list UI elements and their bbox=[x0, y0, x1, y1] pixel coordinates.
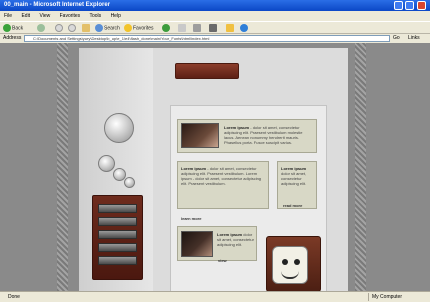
wood-plaque bbox=[175, 63, 239, 79]
zone-label: My Computer bbox=[372, 294, 403, 300]
history-icon bbox=[162, 24, 170, 32]
search-button[interactable]: Search bbox=[95, 24, 120, 33]
folder-icon bbox=[226, 24, 234, 32]
star-icon bbox=[124, 24, 132, 32]
forward-button[interactable] bbox=[37, 24, 46, 33]
navigation-vent bbox=[92, 195, 143, 280]
home-button[interactable] bbox=[82, 24, 91, 33]
nav-slat[interactable] bbox=[98, 230, 137, 239]
toolbar: Back Search Favorites bbox=[0, 21, 430, 34]
tv-screen bbox=[272, 246, 308, 284]
menu-help[interactable]: Help bbox=[111, 13, 121, 19]
folder-button[interactable] bbox=[226, 24, 235, 33]
top-card: Lorem ipsum - dolor sit amet, consectetu… bbox=[177, 119, 317, 153]
home-icon bbox=[82, 24, 90, 32]
address-input[interactable]: C:\Documents and Settings\yury\Desktop\b… bbox=[24, 35, 390, 42]
read-more-link[interactable]: read more bbox=[283, 203, 302, 208]
status-text: Done bbox=[8, 294, 20, 300]
tv-mascot bbox=[266, 236, 321, 291]
history-button[interactable] bbox=[162, 24, 171, 33]
address-label: Address bbox=[3, 35, 22, 41]
view-link[interactable]: view bbox=[218, 258, 227, 263]
forward-arrow-icon bbox=[37, 24, 45, 32]
print-button[interactable] bbox=[193, 24, 202, 33]
back-arrow-icon bbox=[3, 24, 11, 32]
back-button[interactable]: Back bbox=[3, 24, 23, 33]
window-title: 00_main - Microsoft Internet Explorer bbox=[4, 2, 111, 8]
minimize-button[interactable] bbox=[394, 1, 403, 10]
menu-view[interactable]: View bbox=[39, 13, 50, 19]
go-button[interactable]: Go bbox=[393, 34, 400, 43]
mail-icon bbox=[178, 24, 186, 32]
learn-more-link[interactable]: learn more bbox=[181, 216, 201, 221]
close-button[interactable] bbox=[417, 1, 426, 10]
menu-file[interactable]: File bbox=[4, 13, 12, 19]
right-card: Lorem ipsum dolor sit amet, consectetur … bbox=[277, 161, 317, 209]
print-icon bbox=[193, 24, 201, 32]
nav-slat[interactable] bbox=[98, 256, 137, 265]
refresh-icon bbox=[68, 24, 76, 32]
bottom-card: Lorem ipsum dolor sit amet, consectetur … bbox=[177, 226, 257, 261]
tv-eye bbox=[294, 259, 300, 265]
page-viewport: Lorem ipsum - dolor sit amet, consectetu… bbox=[0, 43, 430, 291]
nav-slat[interactable] bbox=[98, 243, 137, 252]
favorites-button[interactable]: Favorites bbox=[124, 24, 154, 33]
power-knob[interactable] bbox=[104, 113, 134, 143]
edit-icon bbox=[209, 24, 217, 32]
right-card-text: dolor sit amet, consectetur adipiscing e… bbox=[281, 171, 307, 186]
right-stripe-border bbox=[355, 43, 366, 291]
edit-button[interactable] bbox=[209, 24, 218, 33]
knob-small-3[interactable] bbox=[124, 177, 135, 188]
nav-slat[interactable] bbox=[98, 217, 137, 226]
status-separator bbox=[368, 293, 369, 301]
menu-tools[interactable]: Tools bbox=[89, 13, 101, 19]
menu-bar: File Edit View Favorites Tools Help bbox=[0, 11, 430, 21]
title-bar: 00_main - Microsoft Internet Explorer bbox=[0, 0, 430, 11]
mail-button[interactable] bbox=[178, 24, 187, 33]
links-button[interactable]: Links bbox=[408, 34, 420, 43]
address-bar: Address C:\Documents and Settings\yury\D… bbox=[0, 34, 430, 43]
status-bar: Done My Computer bbox=[0, 291, 430, 302]
menu-favorites[interactable]: Favorites bbox=[60, 13, 81, 19]
knob-small-1[interactable] bbox=[98, 155, 115, 172]
portrait-image bbox=[181, 123, 219, 148]
left-stripe-border bbox=[57, 43, 68, 291]
tv-smile bbox=[281, 271, 299, 279]
messenger-icon bbox=[240, 24, 248, 32]
tv-eye bbox=[282, 259, 288, 265]
stop-icon bbox=[55, 24, 63, 32]
messenger-button[interactable] bbox=[240, 24, 249, 33]
stop-button[interactable] bbox=[55, 24, 64, 33]
nav-slat[interactable] bbox=[98, 204, 137, 213]
maximize-button[interactable] bbox=[405, 1, 414, 10]
menu-edit[interactable]: Edit bbox=[21, 13, 30, 19]
thumbnail-image bbox=[181, 231, 213, 257]
refresh-button[interactable] bbox=[68, 24, 77, 33]
search-icon bbox=[95, 24, 103, 32]
mid-card: Lorem ipsum - dolor sit amet, consectetu… bbox=[177, 161, 269, 209]
